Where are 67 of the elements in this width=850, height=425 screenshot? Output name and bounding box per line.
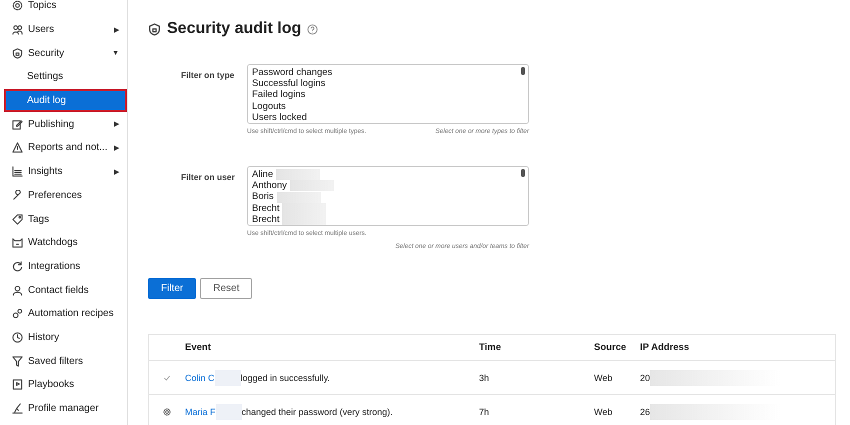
table-cell: Web bbox=[594, 406, 612, 416]
edit-icon bbox=[12, 118, 23, 130]
gear-icon bbox=[12, 0, 23, 12]
sidebar-item[interactable]: Integrations bbox=[0, 254, 127, 278]
list-option[interactable]: Users locked bbox=[252, 112, 307, 123]
sidebar-item[interactable]: Topics bbox=[0, 0, 127, 18]
filter-label: Filter on type bbox=[181, 69, 236, 82]
scrollbar-thumb[interactable] bbox=[521, 169, 525, 177]
event-text: logged in successfully. bbox=[240, 372, 330, 382]
chart-icon bbox=[12, 166, 23, 178]
table-cell: Web bbox=[594, 372, 612, 382]
sidebar-subitem[interactable]: Audit log bbox=[4, 88, 127, 112]
person-icon bbox=[12, 284, 23, 296]
refresh-icon bbox=[12, 260, 23, 272]
sidebar-item[interactable]: Automation recipes bbox=[0, 302, 127, 326]
brush-icon bbox=[12, 403, 23, 414]
sidebar-item[interactable]: Saved filters bbox=[0, 349, 127, 373]
filter-label: Filter on user bbox=[181, 171, 236, 184]
table-cell: 26 bbox=[640, 406, 650, 416]
redacted-block bbox=[282, 214, 326, 225]
warning-icon bbox=[12, 142, 23, 154]
user-link[interactable]: Colin C bbox=[185, 372, 215, 382]
tag-icon bbox=[12, 214, 23, 225]
list-option[interactable]: Brecht bbox=[252, 202, 280, 214]
sidebar-item[interactable]: Watchdogs bbox=[0, 230, 127, 255]
list-option[interactable]: Logouts bbox=[252, 100, 286, 112]
column-header: Time bbox=[479, 342, 502, 353]
redacted-block bbox=[290, 180, 334, 192]
sidebar-item[interactable]: History bbox=[0, 326, 127, 350]
scrollbar-thumb[interactable] bbox=[521, 67, 525, 75]
list-option[interactable]: Boris bbox=[252, 191, 274, 203]
sidebar-item[interactable]: Tags bbox=[0, 207, 127, 231]
list-box[interactable]: Password changes Successful logins Failed logins Logouts Users locked bbox=[247, 64, 529, 124]
table-cell: 7h bbox=[479, 406, 490, 416]
users-icon bbox=[12, 24, 23, 36]
sidebar-item[interactable]: Contact fields bbox=[0, 278, 127, 302]
help-icon bbox=[307, 24, 318, 34]
list-option[interactable]: Aline bbox=[252, 169, 274, 180]
list-option[interactable]: Brecht bbox=[252, 214, 280, 225]
sidebar-item[interactable]: Preferences bbox=[0, 184, 127, 208]
table-cell: 3h bbox=[479, 372, 490, 382]
check-icon bbox=[163, 374, 171, 382]
funnel-icon bbox=[12, 356, 23, 367]
book-icon bbox=[12, 379, 23, 390]
sidebar-item[interactable]: Playbooks bbox=[0, 373, 127, 397]
column-header: IP Address bbox=[640, 342, 690, 353]
table-cell: 20 bbox=[640, 372, 650, 382]
sidebar-subitem[interactable]: Settings bbox=[0, 65, 127, 89]
page-title: Security audit log bbox=[167, 20, 302, 38]
gear-icon bbox=[163, 408, 171, 416]
list-box[interactable]: Aline Anthony Boris Brecht Brecht bbox=[247, 166, 529, 226]
clock-icon bbox=[12, 332, 23, 343]
action-button[interactable]: Filter bbox=[148, 278, 196, 299]
redacted-block bbox=[276, 192, 321, 202]
list-option[interactable]: Anthony bbox=[252, 180, 287, 192]
event-text: changed their password (very strong). bbox=[242, 406, 393, 416]
action-button[interactable]: Reset bbox=[200, 278, 252, 299]
list-option[interactable]: Password changes bbox=[252, 67, 332, 78]
sidebar-item[interactable]: Profile manager bbox=[0, 396, 127, 420]
list-option[interactable]: Successful logins bbox=[252, 78, 326, 90]
user-link[interactable]: Maria F bbox=[185, 406, 216, 416]
column-header: Event bbox=[185, 342, 212, 353]
redacted-block bbox=[276, 169, 320, 180]
column-header: Source bbox=[594, 342, 628, 353]
shield-icon bbox=[12, 48, 23, 59]
list-option[interactable]: Failed logins bbox=[252, 89, 306, 101]
shield-icon bbox=[148, 22, 161, 36]
